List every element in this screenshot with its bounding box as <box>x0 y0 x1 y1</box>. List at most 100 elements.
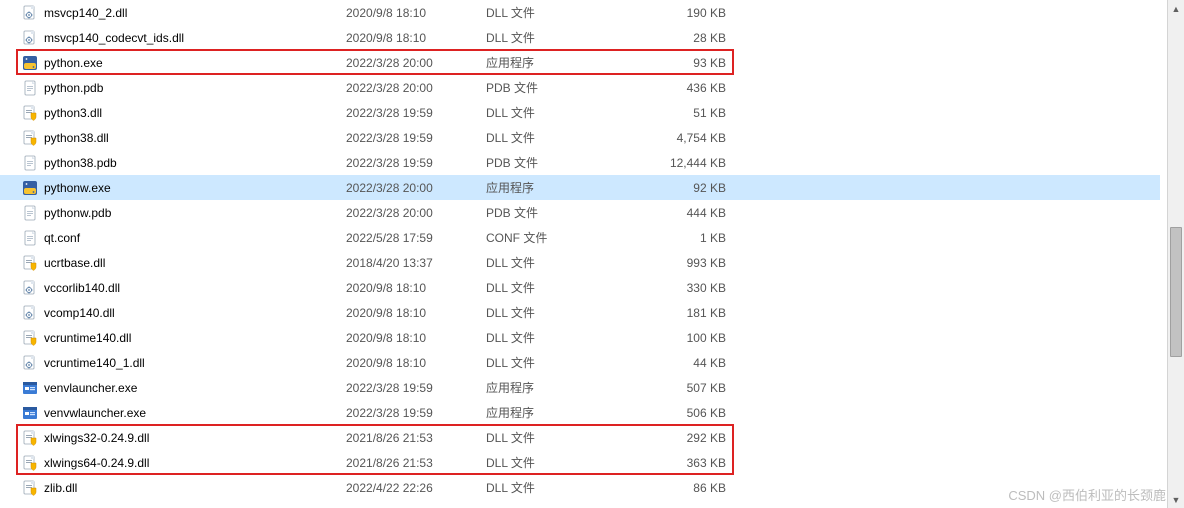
file-row[interactable]: msvcp140_codecvt_ids.dll2020/9/8 18:10DL… <box>0 25 1160 50</box>
file-name: zlib.dll <box>44 481 346 495</box>
dll-shield-icon <box>22 480 38 496</box>
python-icon <box>22 55 38 71</box>
file-size: 363 KB <box>616 456 736 470</box>
scroll-down-button[interactable]: ▼ <box>1168 491 1184 508</box>
file-icon <box>22 230 38 246</box>
file-size: 51 KB <box>616 106 736 120</box>
file-row[interactable]: msvcp140_2.dll2020/9/8 18:10DLL 文件190 KB <box>0 0 1160 25</box>
file-date: 2022/3/28 19:59 <box>346 381 486 395</box>
file-size: 444 KB <box>616 206 736 220</box>
dll-icon <box>22 305 38 321</box>
exe-icon <box>22 405 38 421</box>
file-name: vcomp140.dll <box>44 306 346 320</box>
file-name: python.pdb <box>44 81 346 95</box>
file-size: 100 KB <box>616 331 736 345</box>
file-type: DLL 文件 <box>486 29 616 46</box>
dll-shield-icon <box>22 130 38 146</box>
file-row[interactable]: zlib.dll2022/4/22 22:26DLL 文件86 KB <box>0 475 1160 500</box>
file-name: python3.dll <box>44 106 346 120</box>
dll-icon <box>22 280 38 296</box>
file-size: 507 KB <box>616 381 736 395</box>
dll-icon <box>22 5 38 21</box>
file-date: 2022/5/28 17:59 <box>346 231 486 245</box>
file-row[interactable]: python38.pdb2022/3/28 19:59PDB 文件12,444 … <box>0 150 1160 175</box>
file-date: 2022/3/28 19:59 <box>346 106 486 120</box>
file-row[interactable]: venvlauncher.exe2022/3/28 19:59应用程序507 K… <box>0 375 1160 400</box>
file-date: 2020/9/8 18:10 <box>346 306 486 320</box>
file-row[interactable]: python.exe2022/3/28 20:00应用程序93 KB <box>0 50 1160 75</box>
file-name: pythonw.pdb <box>44 206 346 220</box>
dll-icon <box>22 30 38 46</box>
file-type: DLL 文件 <box>486 454 616 471</box>
file-row[interactable]: ucrtbase.dll2018/4/20 13:37DLL 文件993 KB <box>0 250 1160 275</box>
file-name: xlwings64-0.24.9.dll <box>44 456 346 470</box>
file-row[interactable]: python38.dll2022/3/28 19:59DLL 文件4,754 K… <box>0 125 1160 150</box>
file-row[interactable]: pythonw.pdb2022/3/28 20:00PDB 文件444 KB <box>0 200 1160 225</box>
file-row[interactable]: vcruntime140.dll2020/9/8 18:10DLL 文件100 … <box>0 325 1160 350</box>
scroll-up-button[interactable]: ▲ <box>1168 0 1184 17</box>
file-row[interactable]: vcomp140.dll2020/9/8 18:10DLL 文件181 KB <box>0 300 1160 325</box>
file-size: 292 KB <box>616 431 736 445</box>
file-row[interactable]: python.pdb2022/3/28 20:00PDB 文件436 KB <box>0 75 1160 100</box>
file-row[interactable]: python3.dll2022/3/28 19:59DLL 文件51 KB <box>0 100 1160 125</box>
file-icon <box>22 205 38 221</box>
file-name: vccorlib140.dll <box>44 281 346 295</box>
file-size: 4,754 KB <box>616 131 736 145</box>
file-icon <box>22 80 38 96</box>
file-type: DLL 文件 <box>486 129 616 146</box>
file-row[interactable]: venvwlauncher.exe2022/3/28 19:59应用程序506 … <box>0 400 1160 425</box>
dll-shield-icon <box>22 105 38 121</box>
file-date: 2022/3/28 20:00 <box>346 56 486 70</box>
file-size: 506 KB <box>616 406 736 420</box>
file-name: vcruntime140_1.dll <box>44 356 346 370</box>
file-date: 2021/8/26 21:53 <box>346 431 486 445</box>
file-date: 2020/9/8 18:10 <box>346 356 486 370</box>
file-size: 993 KB <box>616 256 736 270</box>
file-name: venvwlauncher.exe <box>44 406 346 420</box>
file-row[interactable]: xlwings64-0.24.9.dll2021/8/26 21:53DLL 文… <box>0 450 1160 475</box>
dll-shield-icon <box>22 455 38 471</box>
vertical-scrollbar[interactable]: ▲ ▼ <box>1167 0 1184 508</box>
file-type: DLL 文件 <box>486 479 616 496</box>
dll-icon <box>22 355 38 371</box>
file-type: DLL 文件 <box>486 279 616 296</box>
file-name: python.exe <box>44 56 346 70</box>
file-type: DLL 文件 <box>486 104 616 121</box>
file-row[interactable]: vccorlib140.dll2020/9/8 18:10DLL 文件330 K… <box>0 275 1160 300</box>
file-name: xlwings32-0.24.9.dll <box>44 431 346 445</box>
file-date: 2020/9/8 18:10 <box>346 331 486 345</box>
file-row[interactable]: qt.conf2022/5/28 17:59CONF 文件1 KB <box>0 225 1160 250</box>
file-type: DLL 文件 <box>486 304 616 321</box>
scrollbar-thumb[interactable] <box>1170 227 1182 357</box>
file-type: PDB 文件 <box>486 204 616 221</box>
file-date: 2022/3/28 19:59 <box>346 406 486 420</box>
file-date: 2022/3/28 19:59 <box>346 131 486 145</box>
file-type: DLL 文件 <box>486 354 616 371</box>
file-date: 2021/8/26 21:53 <box>346 456 486 470</box>
file-row[interactable]: pythonw.exe2022/3/28 20:00应用程序92 KB <box>0 175 1160 200</box>
scrollbar-track[interactable] <box>1168 17 1184 491</box>
file-type: PDB 文件 <box>486 79 616 96</box>
file-type: DLL 文件 <box>486 429 616 446</box>
file-size: 181 KB <box>616 306 736 320</box>
file-name: msvcp140_2.dll <box>44 6 346 20</box>
file-list[interactable]: msvcp140_2.dll2020/9/8 18:10DLL 文件190 KB… <box>0 0 1160 508</box>
file-size: 92 KB <box>616 181 736 195</box>
file-name: python38.dll <box>44 131 346 145</box>
file-type: CONF 文件 <box>486 229 616 246</box>
file-row[interactable]: vcruntime140_1.dll2020/9/8 18:10DLL 文件44… <box>0 350 1160 375</box>
file-type: 应用程序 <box>486 179 616 196</box>
file-name: vcruntime140.dll <box>44 331 346 345</box>
file-size: 28 KB <box>616 31 736 45</box>
file-date: 2020/9/8 18:10 <box>346 6 486 20</box>
file-date: 2018/4/20 13:37 <box>346 256 486 270</box>
file-row[interactable]: xlwings32-0.24.9.dll2021/8/26 21:53DLL 文… <box>0 425 1160 450</box>
file-date: 2022/4/22 22:26 <box>346 481 486 495</box>
file-size: 436 KB <box>616 81 736 95</box>
file-type: 应用程序 <box>486 54 616 71</box>
file-date: 2022/3/28 20:00 <box>346 81 486 95</box>
file-name: pythonw.exe <box>44 181 346 195</box>
file-size: 44 KB <box>616 356 736 370</box>
file-size: 86 KB <box>616 481 736 495</box>
file-type: 应用程序 <box>486 404 616 421</box>
